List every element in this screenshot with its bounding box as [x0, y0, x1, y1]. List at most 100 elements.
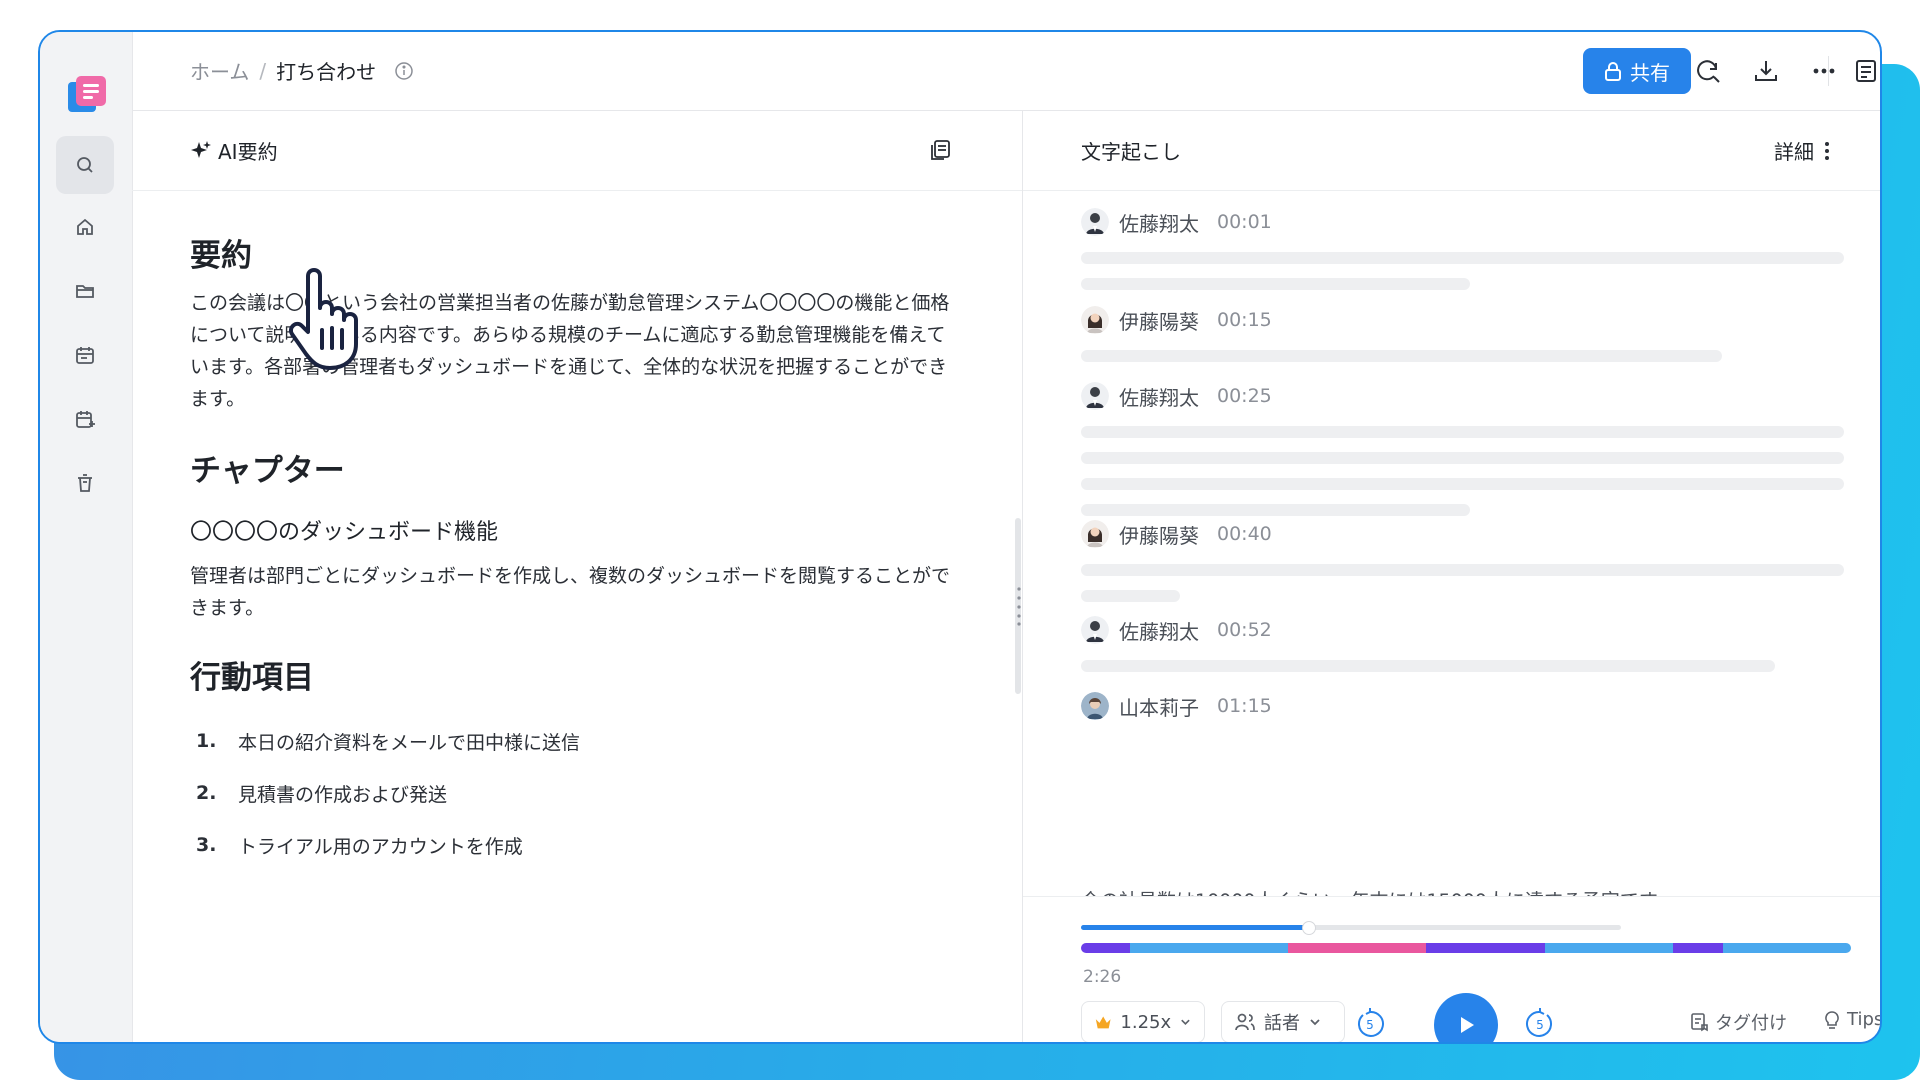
- elapsed-time: 2:26: [1083, 967, 1122, 987]
- app-window: ホーム / 打ち合わせ 共有 AI要約 要約 この会議は〇〇という会社の営業担当…: [38, 30, 1882, 1044]
- action-item-text: トライアル用のアカウントを作成: [238, 835, 523, 858]
- sparkle-icon: [191, 140, 211, 158]
- timestamp[interactable]: 00:25: [1217, 385, 1272, 407]
- home-icon: [77, 218, 93, 235]
- sidebar-item-search[interactable]: [56, 136, 114, 194]
- text-placeholder: [1081, 452, 1844, 464]
- more-horizontal-icon[interactable]: [1810, 57, 1838, 85]
- timeline-segment[interactable]: [1081, 943, 1131, 953]
- sidebar-item-calendar[interactable]: [56, 326, 114, 384]
- transcript-entry[interactable]: 山本莉子 01:15: [1081, 690, 1844, 722]
- progress-handle[interactable]: [1302, 921, 1316, 935]
- more-vertical-icon: [1825, 141, 1829, 160]
- transcript-entry[interactable]: 伊藤陽葵 00:40: [1081, 518, 1844, 602]
- text-placeholder: [1081, 564, 1844, 576]
- timestamp[interactable]: 00:01: [1217, 211, 1272, 233]
- timestamp[interactable]: 01:15: [1217, 695, 1272, 717]
- folder-icon: [76, 285, 94, 298]
- tag-button[interactable]: タグ付け: [1689, 1009, 1787, 1035]
- timestamp[interactable]: 00:40: [1217, 523, 1272, 545]
- avatar-male-icon: [1081, 616, 1109, 644]
- info-icon[interactable]: [394, 61, 414, 81]
- text-placeholder: [1081, 660, 1776, 672]
- rewind-seconds: 5: [1366, 1018, 1374, 1032]
- timeline-segment[interactable]: [1130, 943, 1289, 953]
- breadcrumb-separator: /: [259, 58, 267, 83]
- timeline-segment[interactable]: [1544, 943, 1674, 953]
- share-label: 共有: [1630, 60, 1670, 85]
- toolbar-divider: [1828, 56, 1829, 86]
- tag-label: タグ付け: [1715, 1013, 1787, 1034]
- speed-select[interactable]: 1.25x: [1081, 1001, 1205, 1042]
- text-placeholder: [1081, 252, 1844, 264]
- calendar-add-icon: [76, 411, 95, 428]
- speaker-name: 伊藤陽葵: [1119, 523, 1199, 548]
- speaker-name: 佐藤翔太: [1119, 211, 1199, 236]
- action-item-number: 3.: [196, 834, 217, 856]
- transcript-entry[interactable]: 伊藤陽葵 00:15: [1081, 304, 1844, 362]
- notes-icon[interactable]: [1852, 57, 1880, 85]
- sidebar-item-home[interactable]: [56, 198, 114, 256]
- chapter-heading: チャプター: [190, 453, 345, 489]
- text-placeholder: [1081, 478, 1844, 490]
- transcript-entry[interactable]: 佐藤翔太 00:25: [1081, 380, 1844, 516]
- forward-5-icon[interactable]: 5: [1523, 1007, 1557, 1041]
- ai-summary-panel: AI要約 要約 この会議は〇〇という会社の営業担当者の佐藤が勤怠管理システム〇〇…: [132, 110, 1023, 1042]
- sidebar-item-schedule-add[interactable]: [56, 390, 114, 448]
- text-placeholder: [1081, 426, 1844, 438]
- timeline-segment[interactable]: [1673, 943, 1723, 953]
- timestamp[interactable]: 00:52: [1217, 619, 1272, 641]
- speaker-filter-label: 話者: [1264, 1013, 1300, 1034]
- detail-menu-button[interactable]: 詳細: [1774, 136, 1830, 165]
- transcript-title: 文字起こし: [1081, 140, 1181, 164]
- download-icon[interactable]: [1752, 57, 1780, 85]
- speaker-name: 佐藤翔太: [1119, 619, 1199, 644]
- text-placeholder: [1081, 590, 1181, 602]
- play-button[interactable]: [1434, 993, 1498, 1042]
- refresh-search-icon[interactable]: [1694, 57, 1722, 85]
- sidebar-item-trash[interactable]: [56, 454, 114, 512]
- tips-button[interactable]: Tips: [1823, 1009, 1882, 1030]
- avatar-female-icon: [1081, 306, 1109, 334]
- speaker-name: 伊藤陽葵: [1119, 309, 1199, 334]
- drag-grip-icon[interactable]: [1017, 586, 1021, 626]
- rewind-5-icon[interactable]: 5: [1353, 1007, 1387, 1041]
- breadcrumb-home[interactable]: ホーム: [190, 56, 249, 85]
- speaker-filter-select[interactable]: 話者: [1221, 1001, 1345, 1042]
- copy-icon[interactable]: [928, 138, 952, 162]
- detail-label: 詳細: [1774, 140, 1814, 164]
- transcript-entry[interactable]: 佐藤翔太 00:52: [1081, 614, 1844, 672]
- avatar-male-icon: [1081, 382, 1109, 410]
- top-bar: ホーム / 打ち合わせ 共有: [132, 32, 1880, 111]
- ai-summary-header: AI要約: [132, 110, 1022, 191]
- timeline-segment[interactable]: [1426, 943, 1545, 953]
- speed-value: 1.25x: [1120, 1011, 1172, 1033]
- action-item: 3. トライアル用のアカウントを作成: [190, 819, 960, 871]
- transcript-panel: 文字起こし 詳細 佐藤翔太 00:01 伊藤陽葵 00:15 佐藤翔太 00:2…: [1023, 110, 1880, 1042]
- app-logo-icon[interactable]: [64, 72, 110, 118]
- timeline-segment[interactable]: [1722, 943, 1851, 953]
- chevron-down-icon: [1310, 1019, 1320, 1026]
- action-items-list: 1. 本日の紹介資料をメールで田中様に送信 2. 見積書の作成および発送 3. トライ…: [190, 715, 960, 871]
- people-icon: [1235, 1013, 1255, 1031]
- text-placeholder: [1081, 278, 1471, 290]
- action-item: 2. 見積書の作成および発送: [190, 767, 960, 819]
- share-button[interactable]: 共有: [1583, 48, 1691, 94]
- avatar-male-icon: [1081, 208, 1109, 236]
- tips-label: Tips: [1847, 1009, 1882, 1030]
- play-icon: [1461, 1017, 1474, 1033]
- sidebar-item-folder[interactable]: [56, 262, 114, 320]
- crown-icon: [1095, 1016, 1111, 1029]
- transcript-list: 佐藤翔太 00:01 伊藤陽葵 00:15 佐藤翔太 00:25 伊藤陽葵 00…: [1023, 190, 1880, 896]
- transcript-header: 文字起こし 詳細: [1023, 110, 1880, 191]
- avatar-female-photo-icon: [1081, 692, 1109, 720]
- action-item-number: 1.: [196, 730, 217, 752]
- transcript-entry[interactable]: 佐藤翔太 00:01: [1081, 206, 1844, 290]
- speaker-timeline[interactable]: [1081, 943, 1851, 953]
- timestamp[interactable]: 00:15: [1217, 309, 1272, 331]
- timeline-segment[interactable]: [1288, 943, 1427, 953]
- action-item-text: 本日の紹介資料をメールで田中様に送信: [238, 731, 581, 754]
- chapter-title[interactable]: 〇〇〇〇のダッシュボード機能: [190, 514, 960, 546]
- speaker-name: 山本莉子: [1119, 695, 1199, 720]
- action-item-number: 2.: [196, 782, 217, 804]
